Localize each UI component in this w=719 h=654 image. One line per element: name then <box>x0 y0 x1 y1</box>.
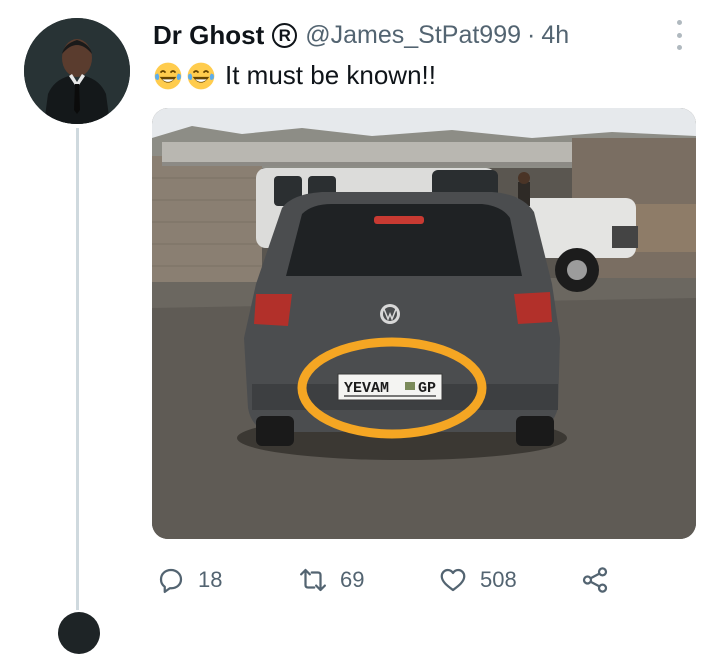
avatar[interactable] <box>24 18 130 124</box>
share-icon <box>582 567 608 593</box>
plate-left-text: YEVAM <box>344 380 389 397</box>
timestamp[interactable]: 4h <box>541 21 569 50</box>
avatar-photo <box>24 18 130 124</box>
reply-button[interactable]: 18 <box>156 560 222 600</box>
user-handle[interactable]: @James_StPat999 <box>305 21 521 50</box>
separator-dot: · <box>527 21 536 49</box>
thread-line <box>76 128 79 610</box>
tweet-actions: 18 69 508 <box>152 560 622 600</box>
display-name[interactable]: Dr Ghost <box>153 20 264 51</box>
badge-symbol: R <box>278 25 291 45</box>
car-photo: YEVAM GP <box>152 108 696 539</box>
laughing-crying-emoji-icon <box>154 62 182 89</box>
like-button[interactable]: 508 <box>438 560 517 600</box>
reply-count: 18 <box>198 567 223 592</box>
more-options-icon[interactable] <box>672 20 686 50</box>
tweet-media-image[interactable]: YEVAM GP <box>152 108 696 539</box>
tweet-header: Dr Ghost R @James_StPat999 · 4h <box>153 20 569 51</box>
tweet-body-text: It must be known!! <box>225 60 436 90</box>
laughing-crying-emoji-icon <box>187 62 215 89</box>
heart-icon <box>440 568 466 592</box>
registered-badge-icon: R <box>272 23 298 48</box>
next-tweet-avatar[interactable] <box>58 612 100 654</box>
retweet-count: 69 <box>340 567 365 592</box>
plate-right-text: GP <box>418 380 436 397</box>
retweet-button[interactable]: 69 <box>298 560 364 600</box>
retweet-icon <box>300 568 326 592</box>
reply-icon <box>159 568 183 593</box>
tweet-text: It must be known!! <box>153 60 436 91</box>
share-button[interactable] <box>580 560 610 600</box>
like-count: 508 <box>480 567 517 592</box>
